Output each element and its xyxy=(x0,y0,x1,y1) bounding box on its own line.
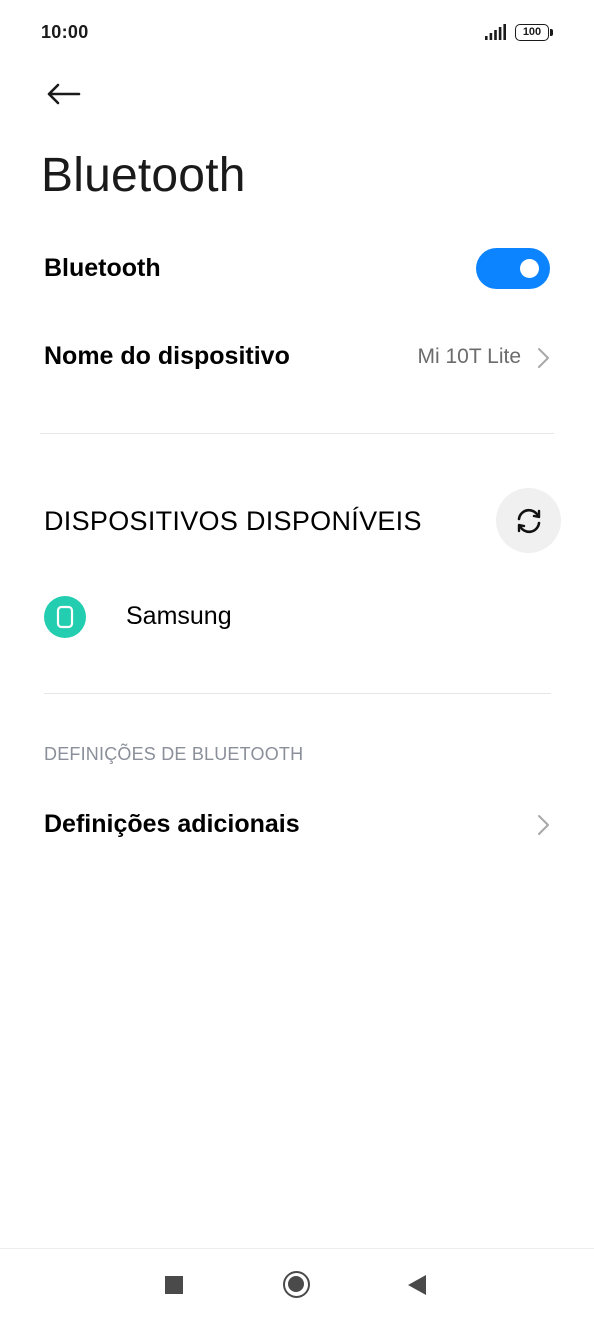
additional-settings-label: Definições adicionais xyxy=(44,810,300,838)
back-icon[interactable] xyxy=(408,1275,426,1295)
back-button[interactable] xyxy=(40,74,86,114)
status-time: 10:00 xyxy=(41,22,89,42)
home-icon[interactable] xyxy=(283,1271,310,1298)
toggle-knob xyxy=(520,259,539,278)
navigation-bar xyxy=(0,1248,594,1320)
phone-icon xyxy=(44,596,86,638)
refresh-icon xyxy=(517,508,540,533)
signal-icon xyxy=(485,24,506,40)
recents-icon[interactable] xyxy=(165,1276,183,1294)
status-bar: 10:00 100 xyxy=(0,0,594,64)
bluetooth-settings-screen: 10:00 100 Bluetooth Bluetooth Nome do di… xyxy=(0,0,594,1320)
refresh-button[interactable] xyxy=(496,488,561,553)
bluetooth-settings-caption: DEFINIÇÕES DE BLUETOOTH xyxy=(44,744,304,764)
divider xyxy=(44,693,551,694)
divider xyxy=(40,433,554,434)
bluetooth-toggle-label: Bluetooth xyxy=(44,254,161,282)
chevron-right-icon xyxy=(538,815,549,835)
battery-icon: 100 xyxy=(515,24,553,41)
arrow-left-icon xyxy=(47,83,81,105)
device-name-label: Nome do dispositivo xyxy=(44,342,290,370)
page-title: Bluetooth xyxy=(41,149,246,202)
battery-level: 100 xyxy=(522,26,542,38)
device-name-value: Mi 10T Lite xyxy=(417,345,522,368)
chevron-right-icon xyxy=(538,348,549,368)
device-name: Samsung xyxy=(126,602,232,630)
available-devices-header: DISPOSITIVOS DISPONÍVEIS xyxy=(44,506,422,536)
bluetooth-toggle[interactable] xyxy=(476,248,550,289)
